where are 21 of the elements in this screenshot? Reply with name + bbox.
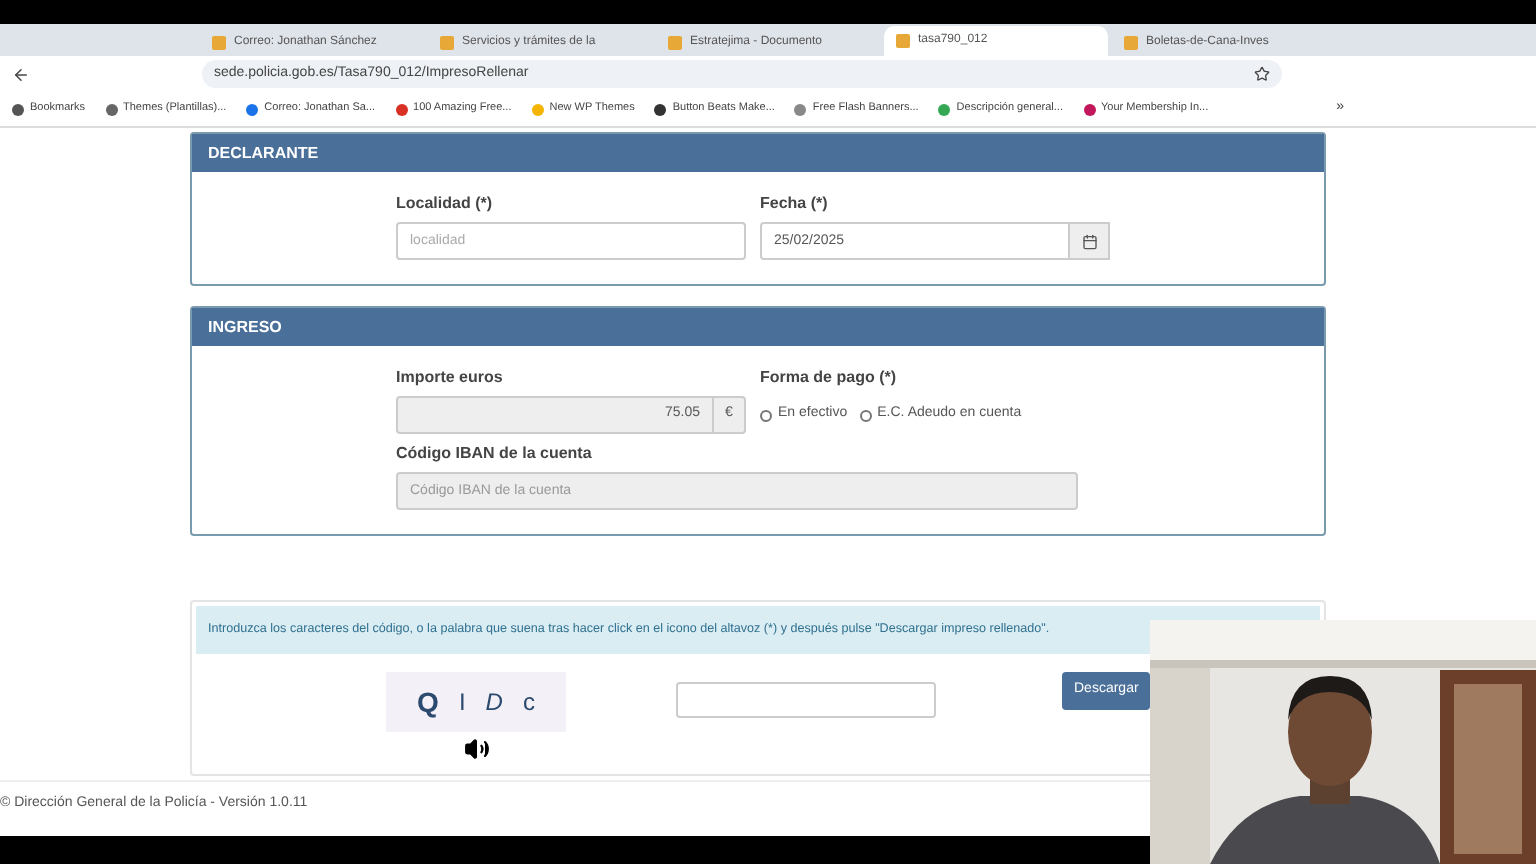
- field-label: Localidad (*): [396, 192, 495, 216]
- speaker-icon[interactable]: [463, 736, 489, 762]
- calendar-button[interactable]: [1070, 222, 1110, 260]
- radio-button[interactable]: [760, 409, 772, 421]
- favicon-icon: [668, 36, 682, 50]
- field-label: Forma de pago (*): [760, 366, 899, 390]
- captcha-field[interactable]: [676, 682, 936, 718]
- favicon-icon: [1124, 36, 1138, 50]
- favicon-icon: [896, 34, 910, 48]
- calendar-icon: [1081, 233, 1097, 249]
- captcha-image: Q I D c: [386, 672, 566, 732]
- panel-title: INGRESO: [208, 315, 282, 339]
- favicon-icon: [440, 36, 454, 50]
- panel-title: DECLARANTE: [208, 141, 319, 165]
- radio-button[interactable]: [859, 409, 872, 421]
- field-label: Importe euros: [396, 366, 505, 390]
- field-label: Código IBAN de la cuenta: [396, 442, 594, 466]
- favicon-icon: [212, 36, 226, 50]
- field-label: Fecha (*): [760, 192, 830, 216]
- bookmark-star-icon[interactable]: [1254, 66, 1270, 82]
- back-icon[interactable]: [12, 65, 30, 83]
